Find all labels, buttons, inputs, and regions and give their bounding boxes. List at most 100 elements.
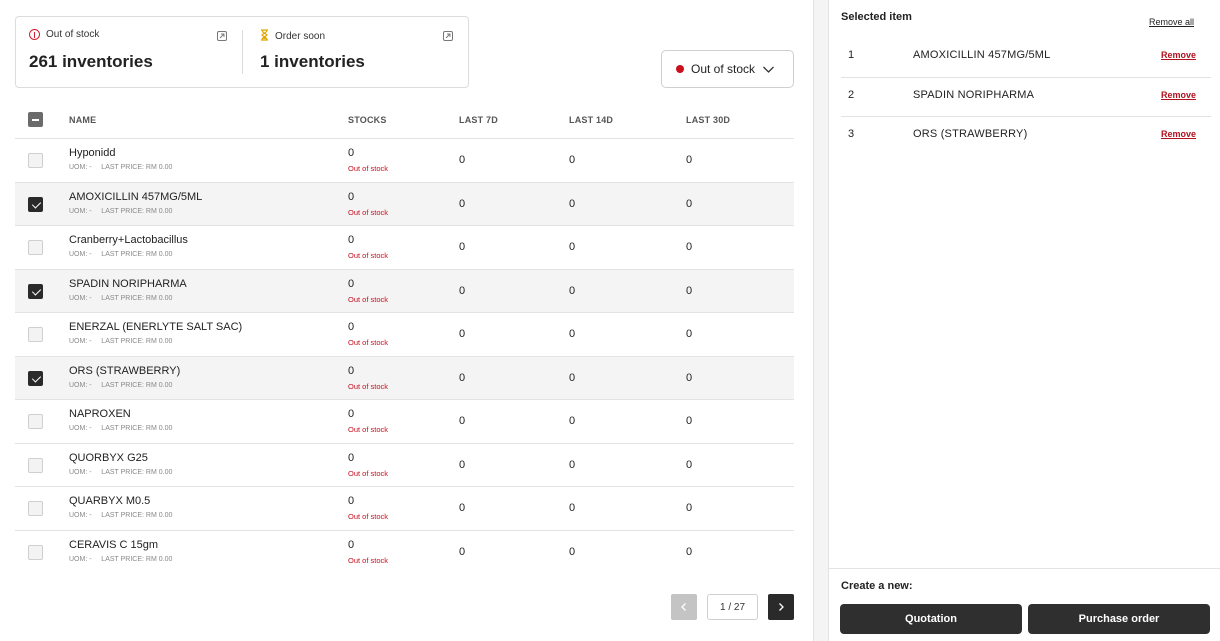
previous-page-button[interactable] [671,594,697,620]
item-meta: UOM: - LAST PRICE: RM 0.00 [69,512,172,519]
row-checkbox[interactable] [28,414,43,429]
item-name: NAPROXEN [69,408,131,420]
row-checkbox[interactable] [28,457,43,473]
next-page-button[interactable] [768,594,794,620]
stock-status-label: Out of stock [348,381,389,391]
chevron-right-icon [779,603,784,611]
item-name: QUORBYX G25 [69,451,148,464]
item-last-30d: 0 [686,241,693,253]
expand-icon[interactable] [443,31,453,41]
table-row[interactable]: Hyponidd UOM: - LAST PRICE: RM 0.00 0 Out o… [15,139,794,183]
selected-item-row: 3 ORS (STRAWBERRY) Remove [841,117,1211,157]
table-row[interactable]: QUARBYX M0.5 UOM: - LAST PRICE: RM 0.00 0 O… [15,487,794,531]
item-last-price: LAST PRICE: RM 0.00 [101,164,173,171]
row-checkbox[interactable] [28,196,43,212]
column-header-last-14d[interactable]: LAST 14D [569,115,613,125]
stock-status-label: Out of stock [348,468,389,478]
item-last-price: LAST PRICE: RM 0.00 [101,294,173,302]
selected-item-index: 1 [848,49,855,61]
remove-item-link[interactable]: Remove [1161,90,1196,100]
remove-item-link[interactable]: Remove [1161,129,1196,139]
item-last-14d: 0 [569,458,576,471]
item-last-price: LAST PRICE: RM 0.00 [101,468,173,476]
item-name: CERAVIS C 15gm [69,538,159,551]
column-header-name[interactable]: NAME [69,115,96,125]
page-indicator[interactable]: 1 / 27 [707,594,758,620]
row-checkbox[interactable] [28,283,43,299]
item-last-7d: 0 [459,241,466,253]
selected-item-row: 1 AMOXICILLIN 457MG/5ML Remove [841,38,1211,78]
item-meta: UOM: - LAST PRICE: RM 0.00 [69,425,172,432]
table-row[interactable]: CERAVIS C 15gm UOM: - LAST PRICE: RM 0.00… [15,531,794,575]
table-header: NAME STOCKS LAST 7D LAST 14D LAST 30D [15,100,794,139]
item-name: ENERZAL (ENERLYTE SALT SAC) [69,321,243,333]
stock-status-label: Out of stock [348,555,389,565]
item-uom: UOM: - [69,512,92,519]
stock-status-label: Out of stock [348,207,389,217]
status-dot-icon [676,65,684,73]
item-last-14d: 0 [569,415,576,427]
selected-item-name: AMOXICILLIN 457MG/5ML [913,49,1051,61]
stock-status-label: Out of stock [348,338,389,347]
item-last-14d: 0 [569,328,576,340]
table-row[interactable]: QUORBYX G25 UOM: - LAST PRICE: RM 0.00 0 Ou… [15,444,794,487]
row-checkbox[interactable] [28,370,43,386]
alert-circle-icon [29,29,40,40]
select-all-checkbox[interactable] [28,112,43,127]
item-meta: UOM: - LAST PRICE: RM 0.00 [69,382,172,389]
expand-icon[interactable] [217,31,227,41]
table-row[interactable]: ORS (STRAWBERRY) UOM: - LAST PRICE: RM 0.… [15,356,794,400]
item-uom: UOM: - [69,468,92,476]
item-stock: 0 [348,190,355,203]
item-meta: UOM: - LAST PRICE: RM 0.00 [69,208,172,215]
item-last-30d: 0 [686,154,693,166]
selected-item-name: ORS (STRAWBERRY) [913,128,1028,140]
item-last-7d: 0 [459,284,466,297]
table-row[interactable]: NAPROXEN UOM: - LAST PRICE: RM 0.00 0 Out o… [15,400,794,444]
column-header-last-30d[interactable]: LAST 30D [686,115,730,125]
item-name: QUARBYX M0.5 [69,495,151,507]
table-row[interactable]: AMOXICILLIN 457MG/5ML UOM: - LAST PRICE: … [15,182,794,226]
item-last-7d: 0 [459,415,466,427]
remove-item-link[interactable]: Remove [1161,50,1196,60]
table-row[interactable]: SPADIN NORIPHARMA UOM: - LAST PRICE: RM 0… [15,269,794,313]
column-header-stocks[interactable]: STOCKS [348,115,387,125]
column-header-last-7d[interactable]: LAST 7D [459,115,498,125]
row-checkbox[interactable] [28,153,43,168]
out-of-stock-summary[interactable]: Out of stock 261 inventories [16,17,242,87]
item-last-14d: 0 [569,545,576,558]
item-last-7d: 0 [459,502,466,514]
filter-label: Out of stock [691,62,756,76]
item-stock: 0 [348,408,355,420]
table-row[interactable]: Cranberry+Lactobacillus UOM: - LAST PRICE… [15,226,794,270]
item-uom: UOM: - [69,425,92,432]
item-uom: UOM: - [69,555,92,563]
item-meta: UOM: - LAST PRICE: RM 0.00 [69,295,172,302]
item-stock: 0 [348,538,355,551]
order-soon-summary[interactable]: Order soon 1 inventories [243,17,469,87]
item-last-14d: 0 [569,197,576,210]
chevron-down-icon [762,63,775,79]
table-row[interactable]: ENERZAL (ENERLYTE SALT SAC) UOM: - LAST P… [15,313,794,357]
inventory-panel: Out of stock 261 inventories Order soon … [0,0,813,641]
item-uom: UOM: - [69,207,92,215]
row-checkbox[interactable] [28,327,43,342]
item-last-30d: 0 [686,545,693,558]
item-stock: 0 [348,147,355,159]
remove-all-link[interactable]: Remove all [1149,17,1194,27]
out-of-stock-count: 261 inventories [29,52,153,71]
create-label: Create a new: [841,580,913,592]
row-checkbox[interactable] [28,544,43,560]
item-meta: UOM: - LAST PRICE: RM 0.00 [69,338,172,345]
stock-filter-dropdown[interactable]: Out of stock [661,50,794,88]
create-quotation-button[interactable]: Quotation [840,604,1022,634]
row-checkbox[interactable] [28,240,43,255]
item-meta: UOM: - LAST PRICE: RM 0.00 [69,556,172,563]
create-purchase-order-button[interactable]: Purchase order [1028,604,1210,634]
selected-item-row: 2 SPADIN NORIPHARMA Remove [841,78,1211,117]
row-checkbox[interactable] [28,501,43,516]
item-last-7d: 0 [459,154,466,166]
item-stock: 0 [348,277,355,290]
selected-item-name: SPADIN NORIPHARMA [913,88,1035,101]
item-name: SPADIN NORIPHARMA [69,277,187,290]
